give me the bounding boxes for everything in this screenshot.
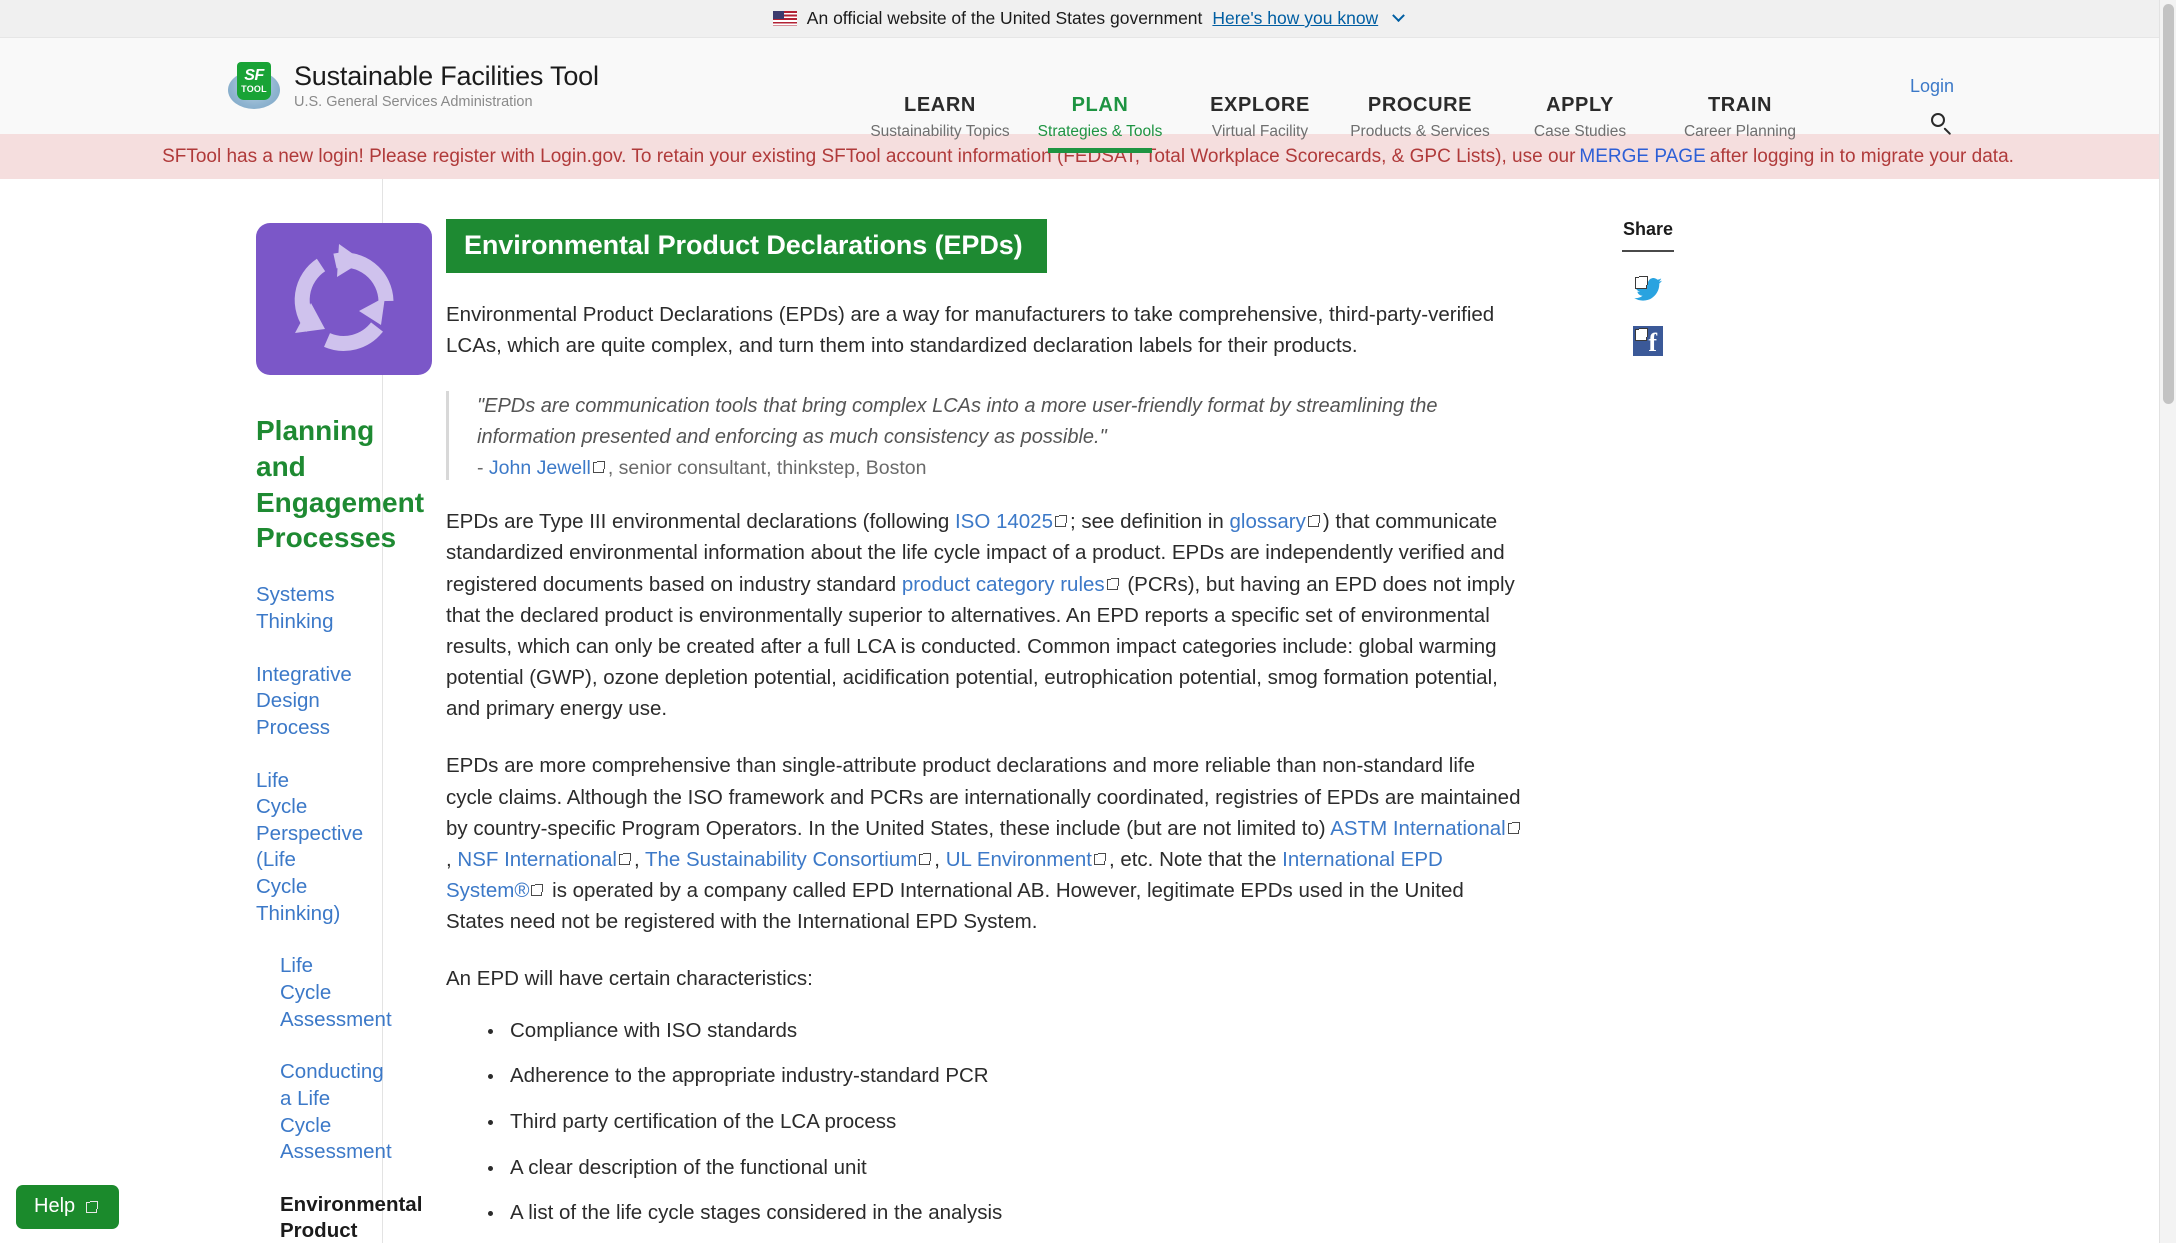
sustainability-consortium-link[interactable]: The Sustainability Consortium <box>645 848 917 871</box>
product-category-rules-link[interactable]: product category rules <box>902 573 1105 596</box>
nav-item-plan-title: PLAN <box>1071 94 1129 116</box>
sidebar-item-life-cycle-perspective[interactable]: Life Cycle Perspective (Life Cycle Think… <box>256 768 363 928</box>
external-link-icon <box>592 461 605 474</box>
page-scrollbar[interactable] <box>2159 0 2176 1243</box>
nav-item-learn[interactable]: LEARN Sustainability Topics <box>860 94 1020 153</box>
nav-item-procure-subtitle: Products & Services <box>1350 123 1490 140</box>
quote-attr-rest: , senior consultant, thinkstep, Boston <box>607 457 927 480</box>
sidebar-item-environmental-product-declarations: Environmental Product Declarations (EPDs… <box>280 1192 423 1243</box>
nav-item-procure-title: PROCURE <box>1367 94 1473 116</box>
chevron-down-icon[interactable] <box>1392 9 1406 23</box>
nsf-international-link[interactable]: NSF International <box>457 848 617 871</box>
sidebar-section-title: Planning and Engagement Processes <box>256 415 425 554</box>
how-you-know-label: Here's how you know <box>1212 8 1379 28</box>
logo-sf-text: SF <box>244 67 264 84</box>
ul-environment-link[interactable]: UL Environment <box>946 848 1092 871</box>
brand-title: Sustainable Facilities Tool <box>294 60 599 91</box>
share-rail: Share f <box>1573 179 1723 1243</box>
glossary-link[interactable]: glossary <box>1230 510 1306 533</box>
external-link-icon <box>1635 328 1648 341</box>
nav-item-train[interactable]: TRAIN Career Planning <box>1660 94 1820 153</box>
gov-banner: An official website of the United States… <box>0 0 2176 38</box>
characteristics-lead: An EPD will have certain characteristics… <box>446 967 813 991</box>
main-navigation: LEARN Sustainability Topics PLAN Strateg… <box>860 94 1820 153</box>
characteristics-list: Compliance with ISO standards Adherence … <box>488 1017 1533 1228</box>
sftool-logo-icon: SF TOOL <box>228 60 280 112</box>
external-link-icon <box>1507 821 1520 834</box>
share-title: Share <box>1622 219 1674 239</box>
list-item: A clear description of the functional un… <box>488 1154 1533 1183</box>
intro-paragraph: Environmental Product Declarations (EPDs… <box>446 303 1495 358</box>
scrollbar-thumb[interactable] <box>2163 4 2174 404</box>
paragraph-program-operators: EPDs are more comprehensive than single-… <box>446 750 1526 937</box>
list-item: A list of the life cycle stages consider… <box>488 1199 1533 1228</box>
recycle-arrows-icon <box>256 223 432 375</box>
facebook-f-glyph: f <box>1648 328 1657 357</box>
twitter-share-button[interactable] <box>1633 274 1663 304</box>
pull-quote: "EPDs are communication tools that bring… <box>446 391 1456 481</box>
site-header: SF TOOL Sustainable Facilities Tool U.S.… <box>0 38 2176 153</box>
external-link-icon <box>531 884 544 897</box>
quote-dash: - <box>477 457 484 480</box>
sidebar: Planning and Engagement Processes System… <box>0 179 432 1243</box>
nav-item-apply-subtitle: Case Studies <box>1533 123 1627 140</box>
external-link-icon <box>919 852 932 865</box>
nav-item-explore-title: EXPLORE <box>1210 94 1310 116</box>
external-link-icon <box>1307 515 1320 528</box>
sidebar-item-conducting-a-life-cycle-assessment[interactable]: Conducting a Life Cycle Assessment <box>280 1059 392 1166</box>
nav-item-plan[interactable]: PLAN Strategies & Tools <box>1020 94 1180 153</box>
external-link-icon <box>1635 276 1648 289</box>
external-link-icon <box>618 852 631 865</box>
help-button[interactable]: Help <box>16 1185 120 1229</box>
us-flag-icon <box>772 11 797 26</box>
quote-attribution: - John Jewell , senior consultant, thinks… <box>477 457 1456 480</box>
how-you-know-link[interactable]: Here's how you know <box>1212 8 1378 29</box>
sidebar-item-life-cycle-assessment[interactable]: Life Cycle Assessment <box>280 953 392 1033</box>
nav-item-train-title: TRAIN <box>1707 94 1773 116</box>
nav-item-plan-subtitle: Strategies & Tools <box>1037 123 1163 140</box>
nav-item-apply[interactable]: APPLY Case Studies <box>1500 94 1660 153</box>
p3-text-c: , <box>633 847 645 871</box>
search-icon[interactable] <box>1930 112 1954 136</box>
brand-logo-link[interactable]: SF TOOL Sustainable Facilities Tool U.S.… <box>228 60 599 112</box>
p3-text-d: , <box>934 847 946 871</box>
page-title: Environmental Product Declarations (EPDs… <box>446 219 1047 273</box>
nav-item-procure[interactable]: PROCURE Products & Services <box>1340 94 1500 153</box>
logo-tool-text: TOOL <box>241 84 267 94</box>
p3-text-e: , etc. Note that the <box>1108 847 1283 871</box>
help-button-label: Help <box>34 1195 76 1217</box>
list-item: Third party certification of the LCA pro… <box>488 1108 1533 1137</box>
login-link[interactable]: Login <box>1910 76 1954 97</box>
nav-item-apply-title: APPLY <box>1546 94 1614 116</box>
astm-international-link[interactable]: ASTM International <box>1330 817 1505 840</box>
nav-item-train-subtitle: Career Planning <box>1683 123 1796 140</box>
nav-item-explore[interactable]: EXPLORE Virtual Facility <box>1180 94 1340 153</box>
p2-text-a: EPDs are Type III environmental declarat… <box>446 510 955 534</box>
external-link-icon <box>1093 852 1106 865</box>
external-link-icon <box>86 1200 99 1213</box>
recycle-arrows-svg <box>294 244 394 351</box>
nav-item-learn-title: LEARN <box>904 94 976 116</box>
paragraph-type-iii: EPDs are Type III environmental declarat… <box>446 506 1526 724</box>
main-content: Environmental Product Declarations (EPDs… <box>383 179 1533 1243</box>
list-item: Adherence to the appropriate industry-st… <box>488 1062 1533 1091</box>
iso-14025-link[interactable]: ISO 14025 <box>955 510 1053 533</box>
sidebar-item-systems-thinking[interactable]: Systems Thinking <box>256 582 338 635</box>
brand-subtitle: U.S. General Services Administration <box>294 94 533 111</box>
quote-text: "EPDs are communication tools that bring… <box>477 395 1438 449</box>
page-body: Planning and Engagement Processes System… <box>0 179 2176 1243</box>
share-divider <box>1622 250 1674 252</box>
list-item: Compliance with ISO standards <box>488 1017 1533 1046</box>
nav-item-learn-subtitle: Sustainability Topics <box>870 123 1010 140</box>
p3-text-b: , <box>446 847 458 871</box>
p3-text-f: is operated by a company called EPD Inte… <box>446 879 1464 934</box>
sidebar-item-integrative-design-process[interactable]: Integrative Design Process <box>256 662 352 742</box>
p2-text-b: ; see definition in <box>1069 510 1230 534</box>
external-link-icon <box>1106 577 1119 590</box>
nav-item-explore-subtitle: Virtual Facility <box>1211 123 1309 140</box>
external-link-icon <box>1054 515 1067 528</box>
gov-banner-text: An official website of the United States… <box>806 8 1203 28</box>
john-jewell-link[interactable]: John Jewell <box>489 457 591 479</box>
facebook-share-button[interactable]: f <box>1633 326 1663 356</box>
